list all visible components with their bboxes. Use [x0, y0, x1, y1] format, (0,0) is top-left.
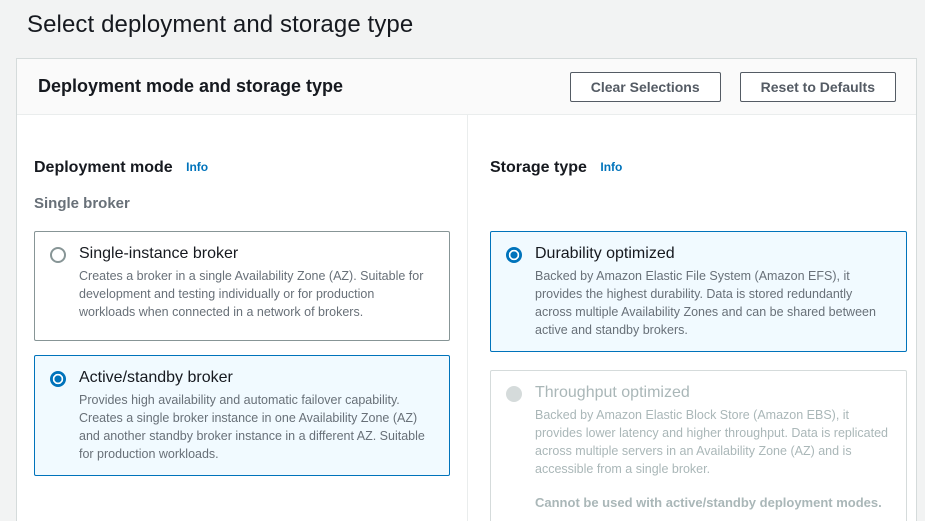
panel-title: Deployment mode and storage type [38, 76, 344, 96]
durability-optimized-option[interactable]: Durability optimized Backed by Amazon El… [490, 231, 907, 352]
option-title: Active/standby broker [79, 369, 233, 386]
throughput-optimized-content: Throughput optimized Backed by Amazon El… [535, 383, 891, 512]
single-instance-broker-radio[interactable] [50, 247, 66, 263]
throughput-optimized-radio [506, 386, 522, 402]
active-standby-broker-option[interactable]: Active/standby broker Provides high avai… [34, 355, 450, 476]
option-description: Backed by Amazon Elastic Block Store (Am… [535, 408, 888, 476]
storage-type-heading: Storage type Info [490, 159, 907, 177]
active-standby-broker-radio[interactable] [50, 371, 66, 387]
option-description: Creates a broker in a single Availabilit… [79, 269, 424, 319]
storage-type-column: Storage type Info Durability optimized B… [467, 115, 916, 521]
deployment-mode-options: Single-instance broker Creates a broker … [34, 231, 450, 476]
durability-optimized-radio[interactable] [506, 247, 522, 263]
storage-type-heading-label: Storage type [490, 159, 587, 176]
deployment-mode-info-link[interactable]: Info [186, 160, 208, 174]
single-instance-broker-content: Single-instance broker Creates a broker … [79, 244, 434, 321]
single-broker-subheading: Single broker [34, 195, 130, 212]
clear-selections-button[interactable]: Clear Selections [569, 71, 721, 102]
page-title: Select deployment and storage type [27, 11, 414, 38]
option-title: Throughput optimized [535, 384, 690, 401]
deployment-mode-heading: Deployment mode Info [34, 159, 450, 177]
option-description: Provides high availability and automatic… [79, 393, 425, 461]
reset-to-defaults-button[interactable]: Reset to Defaults [739, 71, 896, 102]
active-standby-broker-content: Active/standby broker Provides high avai… [79, 368, 434, 463]
deployment-storage-panel: Deployment mode and storage type Clear S… [16, 58, 917, 521]
throughput-optimized-option: Throughput optimized Backed by Amazon El… [490, 370, 907, 521]
option-title: Durability optimized [535, 245, 675, 262]
storage-type-info-link[interactable]: Info [600, 160, 622, 174]
single-instance-broker-option[interactable]: Single-instance broker Creates a broker … [34, 231, 450, 341]
option-disabled-note: Cannot be used with active/standby deplo… [535, 495, 882, 510]
panel-actions: Clear Selections Reset to Defaults [569, 71, 896, 102]
storage-type-options: Durability optimized Backed by Amazon El… [490, 231, 907, 521]
durability-optimized-content: Durability optimized Backed by Amazon El… [535, 244, 891, 339]
deployment-mode-column: Deployment mode Info Single broker Singl… [17, 115, 467, 521]
panel-header: Deployment mode and storage type Clear S… [17, 59, 916, 115]
panel-body: Deployment mode Info Single broker Singl… [17, 115, 916, 521]
option-title: Single-instance broker [79, 245, 239, 262]
option-description: Backed by Amazon Elastic File System (Am… [535, 269, 876, 337]
deployment-mode-heading-label: Deployment mode [34, 159, 173, 176]
